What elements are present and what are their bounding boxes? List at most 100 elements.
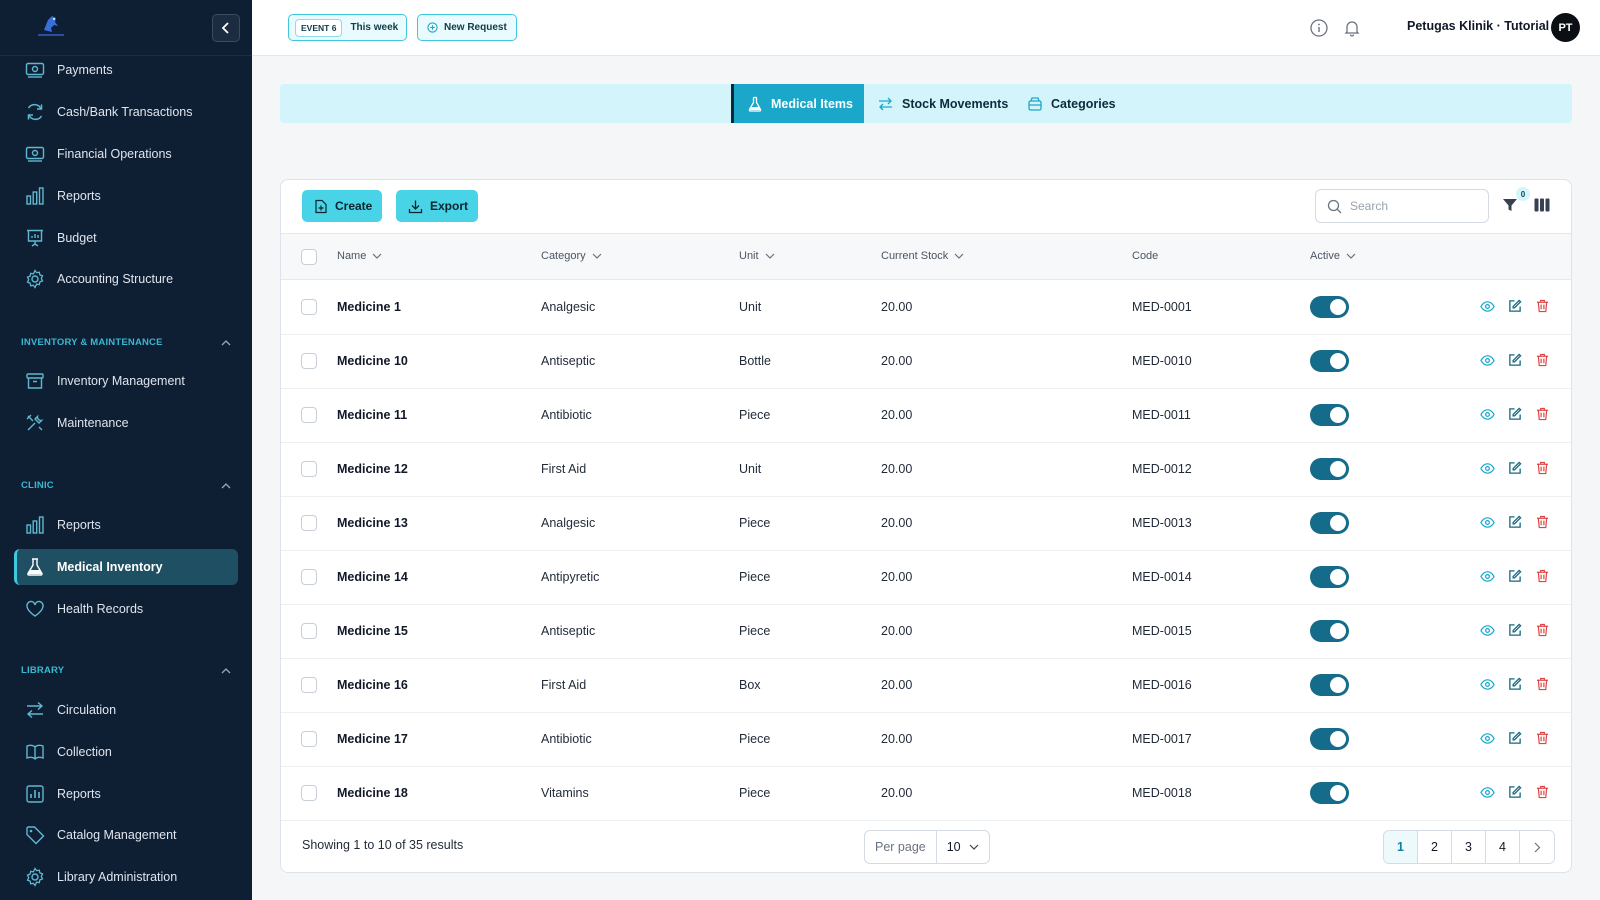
view-icon[interactable] (1480, 569, 1495, 584)
row-checkbox[interactable] (301, 353, 317, 369)
cell-name[interactable]: Medicine 18 (337, 786, 408, 800)
active-toggle[interactable] (1310, 782, 1349, 804)
delete-icon[interactable] (1536, 407, 1549, 421)
sidebar-item-health-records[interactable]: Health Records (14, 591, 238, 627)
filter-icon[interactable] (1502, 197, 1518, 216)
cell-name[interactable]: Medicine 1 (337, 300, 401, 314)
sidebar-item-library-administration[interactable]: Library Administration (14, 859, 238, 895)
active-toggle[interactable] (1310, 296, 1349, 318)
view-icon[interactable] (1480, 461, 1495, 476)
sidebar-section-header[interactable]: INVENTORY & MAINTENANCE (21, 337, 231, 348)
tab-stock-movements[interactable]: Stock Movements (877, 84, 1008, 123)
sidebar-item-reports[interactable]: Reports (14, 507, 238, 543)
sidebar-item-financial-operations[interactable]: Financial Operations (14, 136, 238, 172)
table-row[interactable]: Medicine 16 First Aid Box 20.00 MED-0016 (281, 659, 1571, 713)
row-checkbox[interactable] (301, 299, 317, 315)
bell-icon[interactable] (1342, 18, 1362, 38)
edit-icon[interactable] (1508, 461, 1522, 475)
page-button-4[interactable]: 4 (1486, 831, 1520, 863)
sidebar-item-accounting-structure[interactable]: Accounting Structure (14, 261, 238, 297)
sidebar-section-header[interactable]: CLINIC (21, 480, 231, 491)
row-checkbox[interactable] (301, 785, 317, 801)
cell-name[interactable]: Medicine 13 (337, 516, 408, 530)
active-toggle[interactable] (1310, 566, 1349, 588)
cell-name[interactable]: Medicine 16 (337, 678, 408, 692)
table-row[interactable]: Medicine 15 Antiseptic Piece 20.00 MED-0015 (281, 605, 1571, 659)
column-header-current-stock[interactable]: Current Stock (881, 250, 964, 262)
select-all-checkbox[interactable] (301, 249, 317, 265)
table-row[interactable]: Medicine 17 Antibiotic Piece 20.00 MED-0017 (281, 713, 1571, 767)
edit-icon[interactable] (1508, 515, 1522, 529)
row-checkbox[interactable] (301, 623, 317, 639)
column-header-active[interactable]: Active (1310, 250, 1356, 262)
cell-name[interactable]: Medicine 11 (337, 408, 407, 422)
active-toggle[interactable] (1310, 458, 1349, 480)
row-checkbox[interactable] (301, 731, 317, 747)
view-icon[interactable] (1480, 731, 1495, 746)
sidebar-item-inventory-management[interactable]: Inventory Management (14, 363, 238, 399)
edit-icon[interactable] (1508, 677, 1522, 691)
view-icon[interactable] (1480, 677, 1495, 692)
edit-icon[interactable] (1508, 731, 1522, 745)
active-toggle[interactable] (1310, 674, 1349, 696)
active-toggle[interactable] (1310, 512, 1349, 534)
view-icon[interactable] (1480, 515, 1495, 530)
sidebar-item-payments[interactable]: Payments (14, 52, 238, 88)
active-toggle[interactable] (1310, 350, 1349, 372)
delete-icon[interactable] (1536, 731, 1549, 745)
tab-categories[interactable]: Categories (1027, 84, 1116, 123)
active-toggle[interactable] (1310, 728, 1349, 750)
per-page-value-wrap[interactable]: 10 (937, 831, 989, 863)
view-icon[interactable] (1480, 623, 1495, 638)
edit-icon[interactable] (1508, 785, 1522, 799)
sidebar-item-collection[interactable]: Collection (14, 734, 238, 770)
row-checkbox[interactable] (301, 569, 317, 585)
stallion-logo-icon[interactable] (36, 12, 66, 38)
sidebar-item-circulation[interactable]: Circulation (14, 692, 238, 728)
sidebar-item-catalog-management[interactable]: Catalog Management (14, 817, 238, 853)
row-checkbox[interactable] (301, 407, 317, 423)
create-button[interactable]: Create (302, 190, 383, 222)
sidebar-item-reports[interactable]: Reports (14, 776, 238, 812)
table-row[interactable]: Medicine 12 First Aid Unit 20.00 MED-0012 (281, 443, 1571, 497)
cell-name[interactable]: Medicine 12 (337, 462, 408, 476)
sidebar-item-cash-bank-transactions[interactable]: Cash/Bank Transactions (14, 94, 238, 130)
view-icon[interactable] (1480, 785, 1495, 800)
page-button-2[interactable]: 2 (1418, 831, 1452, 863)
delete-icon[interactable] (1536, 623, 1549, 637)
edit-icon[interactable] (1508, 569, 1522, 583)
export-button[interactable]: Export (396, 190, 479, 222)
search-input[interactable] (1350, 199, 1470, 213)
page-button-1[interactable]: 1 (1384, 831, 1418, 863)
column-header-category[interactable]: Category (541, 250, 602, 262)
sidebar-item-budget[interactable]: Budget (14, 220, 238, 256)
row-checkbox[interactable] (301, 677, 317, 693)
info-icon[interactable] (1309, 18, 1329, 38)
active-toggle[interactable] (1310, 620, 1349, 642)
table-row[interactable]: Medicine 1 Analgesic Unit 20.00 MED-0001 (281, 281, 1571, 335)
cell-name[interactable]: Medicine 15 (337, 624, 408, 638)
delete-icon[interactable] (1536, 353, 1549, 367)
delete-icon[interactable] (1536, 785, 1549, 799)
sidebar-section-header[interactable]: LIBRARY (21, 665, 231, 676)
cell-name[interactable]: Medicine 10 (337, 354, 408, 368)
delete-icon[interactable] (1536, 677, 1549, 691)
active-toggle[interactable] (1310, 404, 1349, 426)
cell-name[interactable]: Medicine 17 (337, 732, 408, 746)
table-row[interactable]: Medicine 18 Vitamins Piece 20.00 MED-0018 (281, 767, 1571, 821)
next-page-button[interactable] (1520, 831, 1554, 863)
table-row[interactable]: Medicine 11 Antibiotic Piece 20.00 MED-0011 (281, 389, 1571, 443)
edit-icon[interactable] (1508, 407, 1522, 421)
sidebar-item-medical-inventory[interactable]: Medical Inventory (14, 549, 238, 585)
view-icon[interactable] (1480, 407, 1495, 422)
search-box[interactable] (1315, 189, 1489, 223)
columns-icon[interactable] (1534, 198, 1550, 215)
collapse-sidebar-button[interactable] (212, 14, 240, 42)
edit-icon[interactable] (1508, 623, 1522, 637)
sidebar-item-reports[interactable]: Reports (14, 178, 238, 214)
cell-name[interactable]: Medicine 14 (337, 570, 408, 584)
delete-icon[interactable] (1536, 569, 1549, 583)
event-chip[interactable]: EVENT 6 This week (288, 14, 408, 41)
edit-icon[interactable] (1508, 299, 1522, 313)
table-row[interactable]: Medicine 13 Analgesic Piece 20.00 MED-0013 (281, 497, 1571, 551)
